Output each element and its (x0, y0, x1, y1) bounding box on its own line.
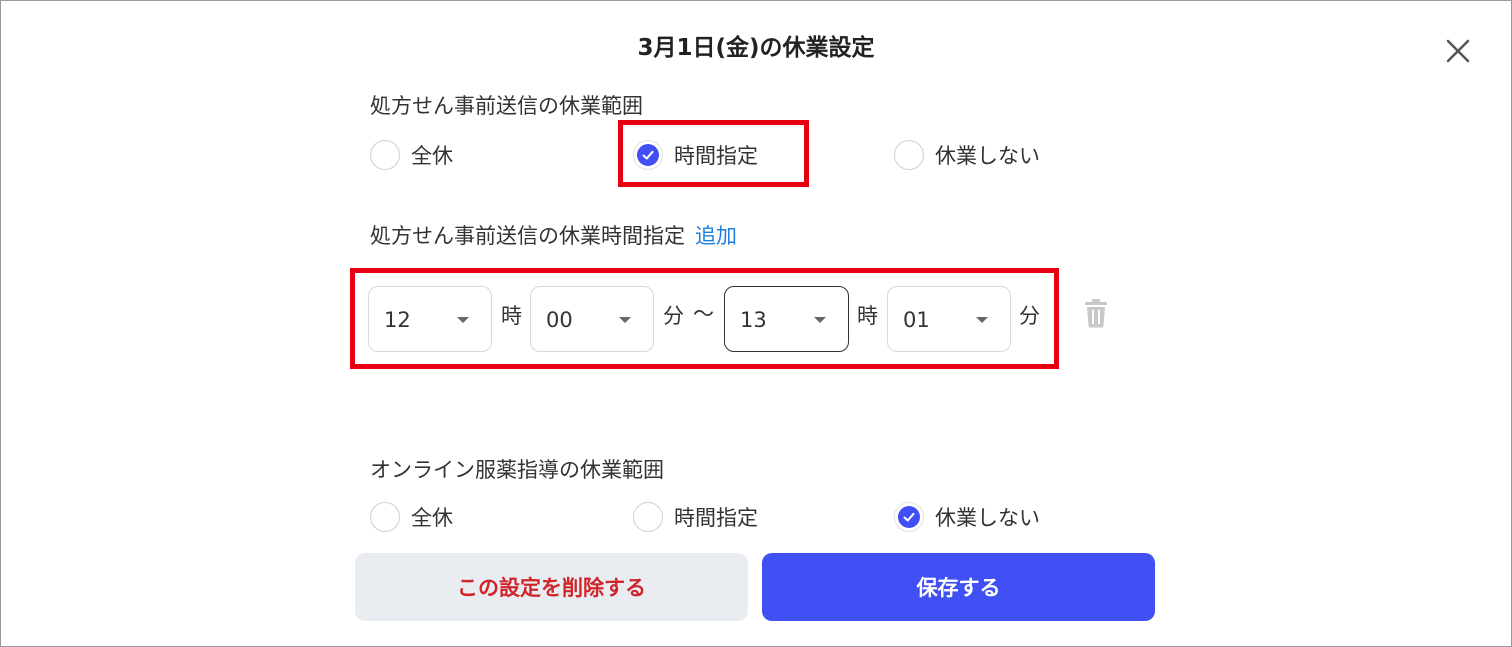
radio-circle[interactable] (633, 502, 663, 532)
online-radio-time[interactable]: 時間指定 (633, 499, 758, 535)
caret-down-icon (457, 317, 469, 323)
start-minute-select[interactable]: 00 (530, 286, 654, 352)
save-button[interactable]: 保存する (762, 553, 1155, 621)
radio-label: 時間指定 (674, 506, 758, 530)
end-minute-select[interactable]: 01 (887, 286, 1011, 352)
caret-down-icon (619, 317, 631, 323)
prescription-radio-zenkyu[interactable]: 全休 (370, 137, 453, 173)
caret-down-icon (814, 317, 826, 323)
hour-unit: 時 (857, 304, 878, 328)
minute-unit: 分 (1019, 304, 1040, 328)
range-separator: 〜 (693, 302, 714, 326)
end-hour-select[interactable]: 13 (724, 286, 849, 352)
trash-icon[interactable] (1084, 298, 1108, 328)
radio-label: 時間指定 (674, 144, 758, 168)
prescription-radio-none[interactable]: 休業しない (894, 137, 1040, 173)
radio-circle[interactable] (370, 140, 400, 170)
radio-label: 全休 (411, 144, 453, 168)
start-minute-value: 00 (546, 308, 573, 332)
prescription-range-label: 処方せん事前送信の休業範囲 (370, 94, 643, 118)
caret-down-icon (976, 317, 988, 323)
radio-label: 休業しない (935, 506, 1040, 530)
radio-circle[interactable] (370, 502, 400, 532)
radio-label: 休業しない (935, 144, 1040, 168)
start-hour-value: 12 (384, 308, 411, 332)
end-minute-value: 01 (903, 308, 930, 332)
end-hour-value: 13 (740, 308, 767, 332)
radio-circle[interactable] (894, 140, 924, 170)
prescription-radio-time[interactable]: 時間指定 (633, 137, 758, 173)
online-range-label: オンライン服薬指導の休業範囲 (370, 458, 664, 482)
radio-circle-selected[interactable] (894, 502, 924, 532)
add-link[interactable]: 追加 (695, 224, 737, 248)
hour-unit: 時 (501, 304, 522, 328)
radio-label: 全休 (411, 506, 453, 530)
delete-setting-button[interactable]: この設定を削除する (355, 553, 748, 621)
start-hour-select[interactable]: 12 (368, 286, 492, 352)
close-icon[interactable] (1443, 36, 1473, 66)
time-label-text: 処方せん事前送信の休業時間指定 (370, 224, 685, 248)
online-radio-zenkyu[interactable]: 全休 (370, 499, 453, 535)
check-icon (642, 150, 654, 160)
check-icon (903, 512, 915, 522)
prescription-time-label: 処方せん事前送信の休業時間指定 追加 (370, 220, 737, 250)
online-radio-none[interactable]: 休業しない (894, 499, 1040, 535)
radio-circle-selected[interactable] (633, 140, 663, 170)
minute-unit: 分 (663, 304, 684, 328)
dialog-title: 3月1日(金)の休業設定 (637, 35, 875, 61)
